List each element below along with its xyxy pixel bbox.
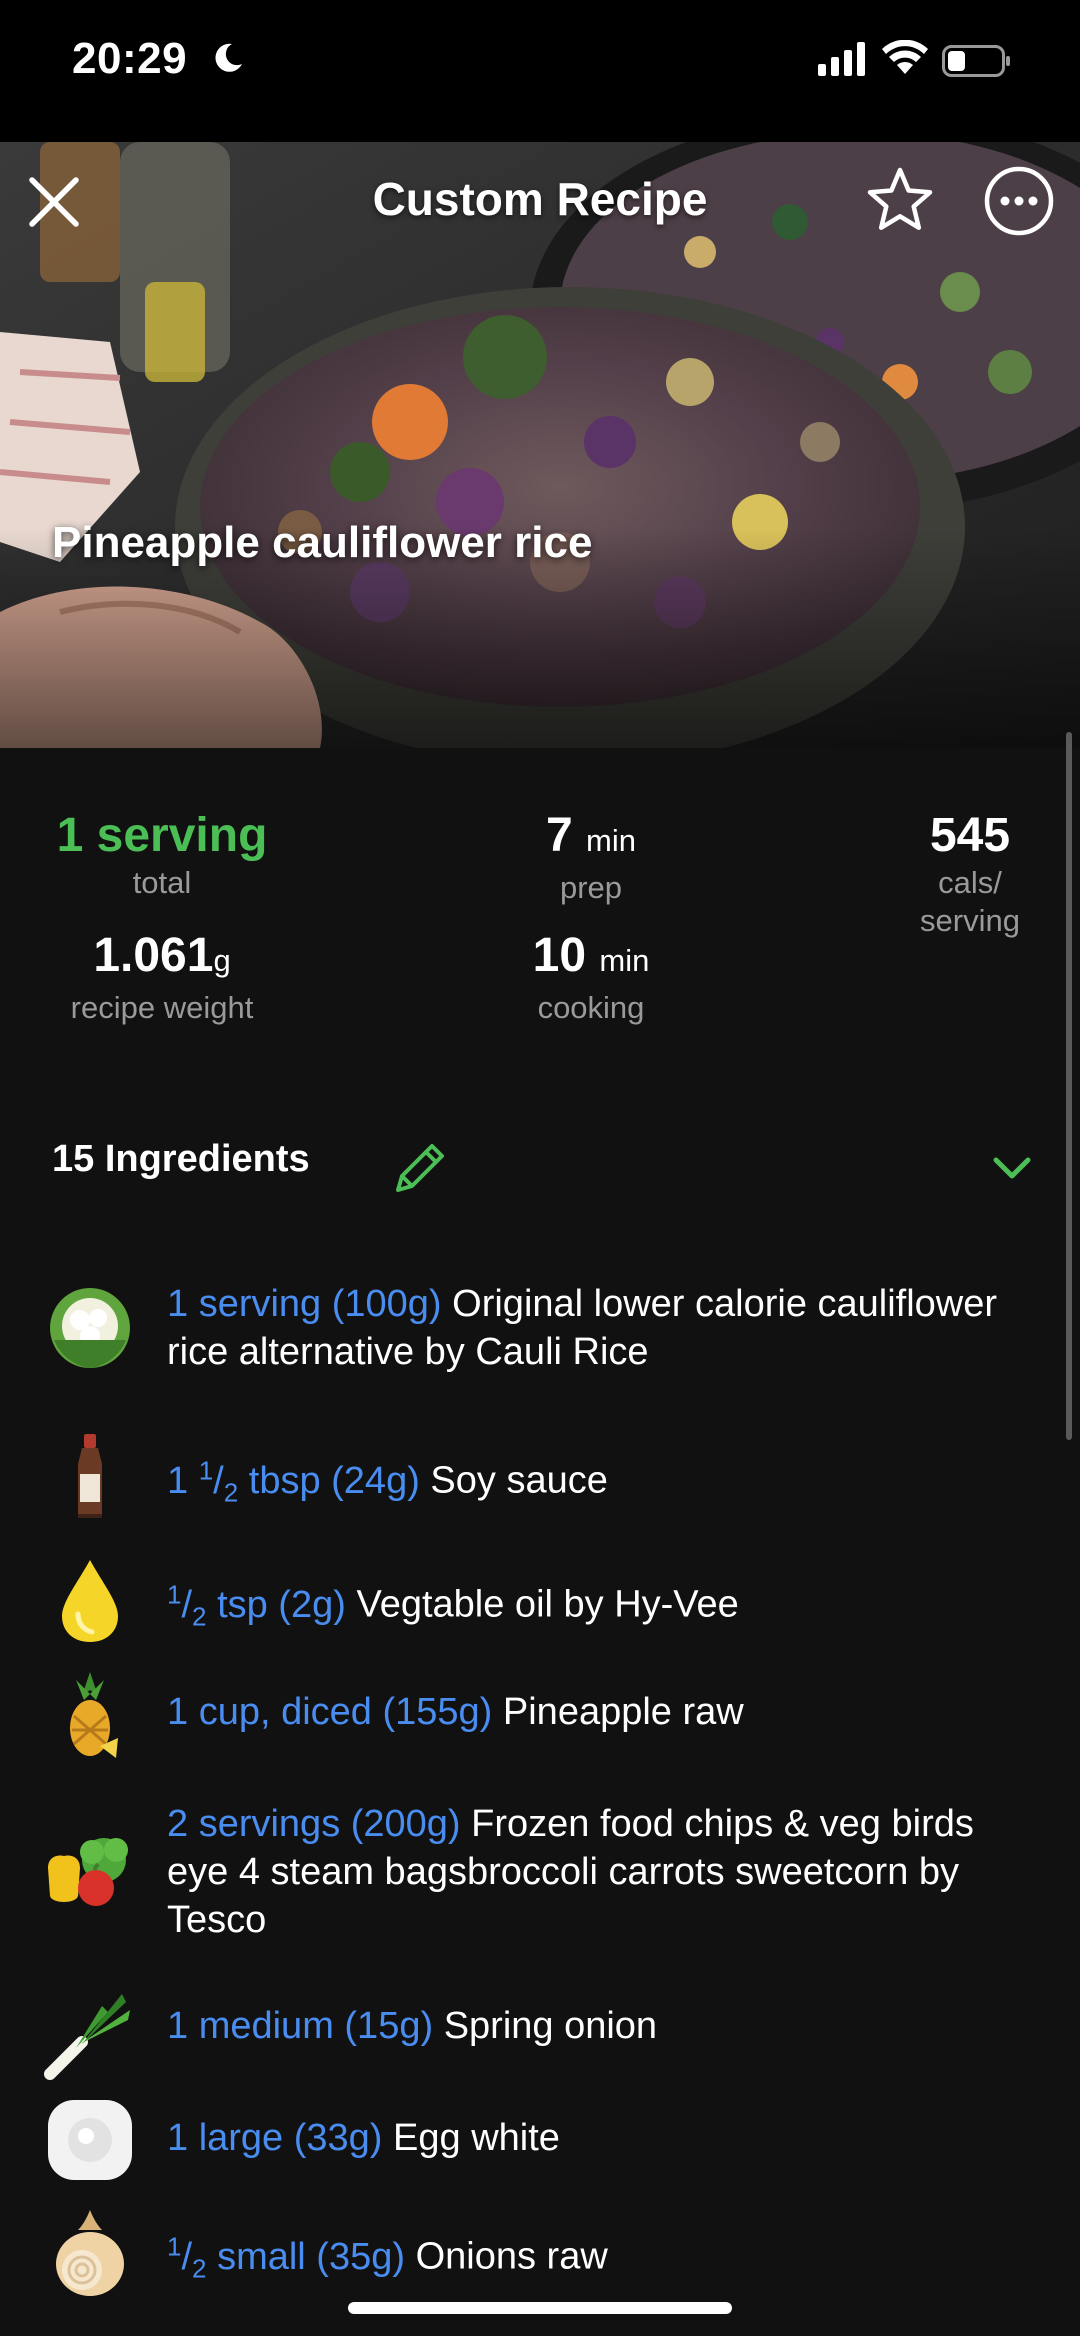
ingredient-name: Soy sauce — [430, 1459, 608, 1502]
amount-denominator: 2 — [192, 2253, 207, 2284]
onion-icon — [56, 2210, 124, 2296]
cooking-time-label: cooking — [537, 990, 645, 1025]
prep-time-number: 7 — [546, 809, 573, 862]
ingredient-text: 1 1/2 tbsp (24g) Soy sauce — [167, 1446, 1017, 1516]
calories-label-line1: cals/ — [938, 865, 1002, 900]
amount-unit: tbsp (24g) — [248, 1459, 420, 1502]
amount-unit: tsp (2g) — [217, 1583, 346, 1626]
prep-time-value: 7 min — [491, 808, 691, 869]
recipe-weight-value: 1.061g — [42, 928, 282, 989]
status-time: 20:29 — [72, 34, 188, 83]
amount-numerator: 1 — [167, 1579, 182, 1609]
ingredient-row[interactable]: 1/2 tsp (2g) Vegtable oil by Hy-Vee — [0, 1552, 1080, 1652]
vegetables-icon — [48, 1838, 128, 1906]
servings-stat[interactable]: 1 serving total — [42, 808, 282, 902]
amount-denominator: 2 — [223, 1477, 239, 1508]
ingredient-amount: 1 large (33g) — [167, 2117, 383, 2159]
amount-numerator: 1 — [198, 1455, 214, 1485]
cooking-time-number: 10 — [532, 929, 587, 982]
pineapple-icon — [70, 1672, 118, 1758]
ingredient-amount: 1/2 small (35g) — [167, 2231, 406, 2284]
recipe-weight-unit: g — [213, 943, 231, 978]
ingredient-text: 1/2 small (35g) Onions raw — [167, 2222, 1017, 2292]
battery-icon — [942, 45, 1010, 77]
ingredient-name: Spring onion — [443, 2005, 658, 2047]
home-indicator[interactable] — [348, 2302, 732, 2314]
ingredient-text: 1 medium (15g) Spring onion — [167, 2002, 1017, 2050]
prep-time-unit: min — [586, 823, 636, 858]
more-options-button[interactable] — [982, 164, 1056, 238]
ingredient-amount: 1 medium (15g) — [167, 2005, 434, 2047]
moon-icon — [215, 43, 242, 72]
leek-icon — [44, 1994, 130, 2080]
ingredient-row[interactable]: 1 serving (100g) Original lower calorie … — [0, 1280, 1080, 1390]
amount-whole: 1 — [167, 1459, 189, 1502]
ingredient-amount: 1 cup, diced (155g) — [167, 1691, 493, 1733]
wifi-icon — [882, 40, 928, 74]
status-bar: 20:29 — [0, 0, 1080, 120]
pencil-icon[interactable] — [390, 1138, 450, 1198]
cooking-time-unit: min — [599, 943, 650, 978]
ingredient-row[interactable]: 1/2 small (35g) Onions raw — [0, 2206, 1080, 2306]
amount-unit: small (35g) — [217, 2235, 406, 2278]
more-options-icon — [984, 166, 1054, 236]
ingredient-row[interactable]: 1 cup, diced (155g) Pineapple raw — [0, 1668, 1080, 1768]
servings-value: 1 serving — [56, 809, 268, 862]
ingredient-amount: 1 1/2 tbsp (24g) — [167, 1455, 420, 1508]
ingredient-text: 1 large (33g) Egg white — [167, 2114, 1017, 2162]
recipe-weight-stat: 1.061g recipe weight — [42, 928, 282, 1027]
prep-time-stat: 7 min prep — [491, 808, 691, 907]
soy-sauce-bottle-icon — [78, 1434, 102, 1518]
recipe-weight-label: recipe weight — [70, 990, 254, 1025]
ingredient-text: 1 serving (100g) Original lower calorie … — [167, 1280, 1017, 1376]
recipe-hero-image: Custom Recipe — [0, 142, 1080, 748]
oil-drop-icon — [62, 1560, 118, 1642]
scrollbar[interactable] — [1066, 732, 1072, 1440]
ingredient-name: Pineapple raw — [502, 1691, 744, 1733]
ingredient-text: 2 servings (200g) Frozen food chips & ve… — [167, 1800, 1017, 1944]
ingredient-row[interactable]: 1 medium (15g) Spring onion — [0, 1980, 1080, 2080]
chevron-down-icon[interactable] — [990, 1148, 1034, 1188]
amount-denominator: 2 — [192, 1601, 207, 1632]
recipe-name: Pineapple cauliflower rice — [52, 518, 593, 567]
ingredient-amount: 2 servings (200g) — [167, 1803, 461, 1845]
ingredient-row[interactable]: 1 1/2 tbsp (24g) Soy sauce — [0, 1430, 1080, 1530]
cellular-signal-icon — [818, 42, 865, 76]
calories-stat: 545 cals/ serving — [880, 808, 1060, 940]
calories-value: 545 — [929, 809, 1011, 862]
amount-numerator: 1 — [167, 2231, 182, 2261]
cooking-time-stat: 10 min cooking — [491, 928, 691, 1027]
calories-label-line2: serving — [920, 903, 1020, 938]
star-icon — [867, 167, 933, 230]
ingredient-amount: 1/2 tsp (2g) — [167, 1579, 346, 1632]
cauliflower-icon — [50, 1288, 130, 1368]
ingredient-row[interactable]: 1 large (33g) Egg white — [0, 2092, 1080, 2192]
egg-icon — [48, 2100, 132, 2180]
ingredient-row[interactable]: 2 servings (200g) Frozen food chips & ve… — [0, 1800, 1080, 1950]
ingredient-text: 1/2 tsp (2g) Vegtable oil by Hy-Vee — [167, 1570, 1017, 1640]
ingredient-amount: 1 serving (100g) — [167, 1283, 442, 1325]
prep-time-label: prep — [559, 870, 623, 905]
cooking-time-value: 10 min — [491, 928, 691, 989]
ingredients-header: 15 Ingredients — [52, 1138, 310, 1180]
ingredient-name: Onions raw — [415, 2235, 608, 2278]
ingredient-text: 1 cup, diced (155g) Pineapple raw — [167, 1688, 1017, 1736]
ingredient-name: Egg white — [393, 2117, 560, 2159]
ingredient-name: Vegtable oil by Hy-Vee — [356, 1583, 739, 1626]
recipe-weight-number: 1.061 — [93, 929, 214, 982]
servings-label: total — [132, 865, 192, 900]
favorite-button[interactable] — [862, 162, 938, 238]
